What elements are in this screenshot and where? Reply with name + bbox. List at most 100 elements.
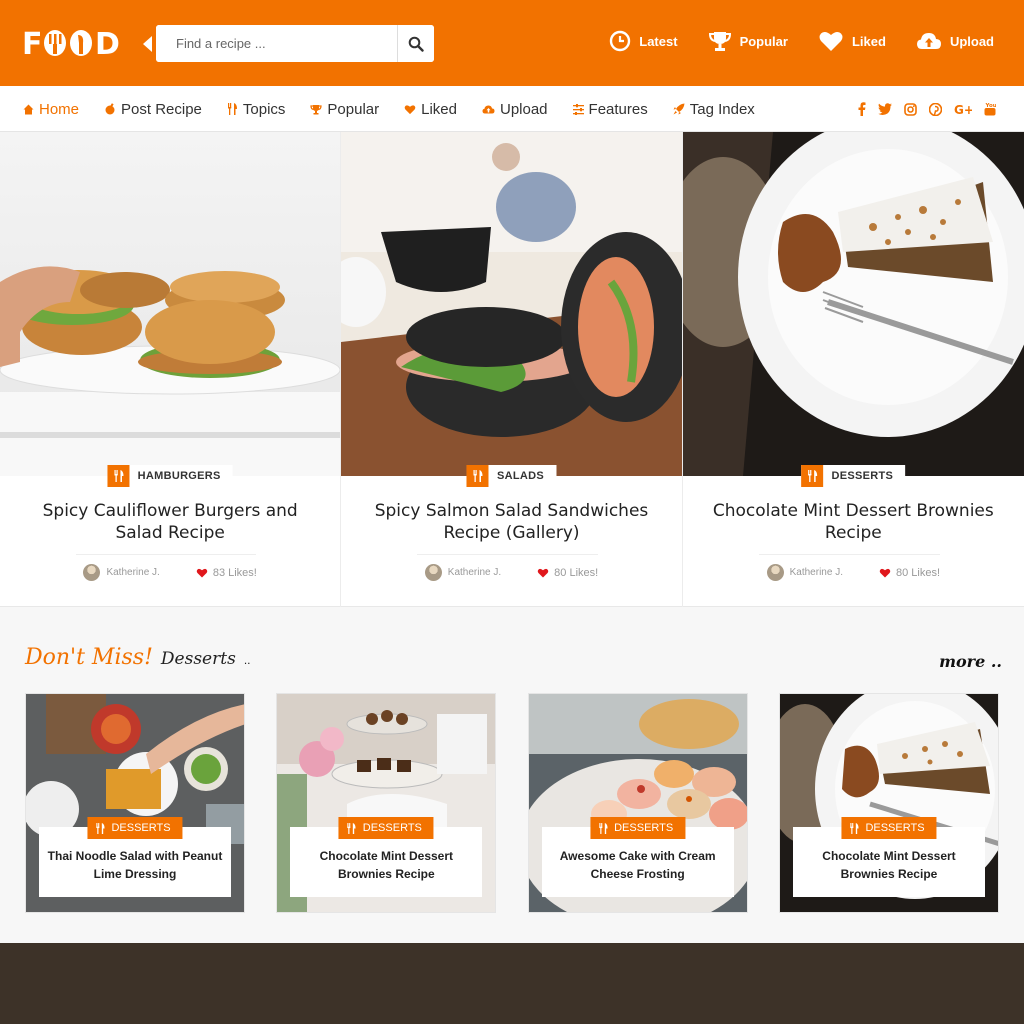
search-bar [143,25,434,62]
cutlery-icon [850,822,859,834]
rocket-icon [673,103,685,115]
facebook-icon[interactable] [858,102,866,116]
likes-count: 80 Likes! [895,566,941,579]
nav-item-label: Upload [499,100,548,118]
likes[interactable]: 80 Likes! [879,567,940,579]
youtube-icon[interactable]: You [984,102,996,116]
search-input[interactable] [156,25,397,62]
category-badge[interactable]: SALADS [466,465,556,487]
search-button[interactable] [397,25,434,62]
main-nav: Home Post Recipe Topics Popular Liked Up… [0,86,1024,132]
top-link-label: Popular [739,33,788,49]
category-badge[interactable]: DESSERTS [841,817,937,839]
search-pointer [143,35,152,52]
divider [76,554,257,555]
pot-icon [105,103,115,115]
category-badge[interactable]: HAMBURGERS [107,465,233,487]
recipe-image[interactable] [0,132,341,476]
top-link-latest[interactable]: Latest [609,30,678,52]
author-name: Katherine J. [106,567,160,578]
recipe-image[interactable] [341,132,682,476]
top-link-label: Liked [851,33,886,49]
heart-icon [819,32,843,51]
section-category[interactable]: Desserts [161,649,236,669]
heart-icon [537,568,549,578]
svg-text:You: You [985,103,997,109]
card-title[interactable]: Chocolate Mint Dessert Brownies Recipe [296,847,476,883]
recipe-image[interactable] [682,132,1024,476]
recipe-card[interactable]: DESSERTS Thai Noodle Salad with Peanut L… [25,693,245,913]
featured-card[interactable]: SALADS Spicy Salmon Salad Sandwiches Rec… [341,132,683,607]
author[interactable]: Katherine J. [766,564,843,581]
nav-item-label: Topics [242,100,286,118]
top-link-label: Upload [949,33,994,49]
section-title: Don't Miss! Desserts .. [25,645,250,670]
nav-item-label: Features [588,100,648,118]
featured-card[interactable]: HAMBURGERS Spicy Cauliflower Burgers and… [0,132,342,607]
avatar [424,564,442,581]
more-link[interactable]: more .. [939,652,1002,671]
top-link-label: Latest [639,33,678,49]
recipe-title[interactable]: Spicy Cauliflower Burgers and Salad Reci… [20,500,320,544]
nav-item-label: Liked [421,100,457,118]
trophy-icon [708,32,731,51]
top-link-popular[interactable]: Popular [708,30,788,52]
nav-item-post-recipe[interactable]: Post Recipe [104,101,202,118]
pinterest-icon[interactable] [929,102,942,116]
likes[interactable]: 83 Likes! [196,567,257,579]
cutlery-icon [801,465,824,487]
twitter-icon[interactable] [878,103,892,115]
nav-item-label: Tag Index [689,100,755,118]
cutlery-icon [347,822,356,834]
category-badge[interactable]: DESSERTS [590,817,686,839]
top-link-liked[interactable]: Liked [818,30,886,52]
site-logo[interactable]: F D [22,26,126,60]
nav-item-label: Popular [327,100,380,118]
card-title[interactable]: Chocolate Mint Dessert Brownies Recipe [799,847,979,883]
nav-item-popular[interactable]: Popular [310,101,379,118]
nav-item-features[interactable]: Features [572,100,648,118]
cutlery-icon [96,822,105,834]
category-label: DESSERTS [831,470,894,482]
top-links: Latest Popular Liked Upload [609,30,994,52]
recipe-title[interactable]: Chocolate Mint Dessert Brownies Recipe [703,500,1004,544]
cloud-upload-icon [916,33,941,49]
home-icon [23,104,34,114]
category-badge[interactable]: DESSERTS [338,817,434,839]
featured-card[interactable]: DESSERTS Chocolate Mint Dessert Brownies… [682,132,1024,607]
nav-item-liked[interactable]: Liked [404,101,457,118]
cutlery-icon [599,822,608,834]
nav-item-label: Home [39,100,80,118]
author[interactable]: Katherine J. [83,564,160,581]
author[interactable]: Katherine J. [424,564,501,581]
category-label: HAMBURGERS [137,470,221,482]
nav-item-tag-index[interactable]: Tag Index [673,101,755,118]
category-badge[interactable]: DESSERTS [87,817,183,839]
card-title[interactable]: Thai Noodle Salad with Peanut Lime Dress… [45,847,225,883]
google-plus-icon[interactable]: G+ [954,103,972,115]
recipe-title[interactable]: Spicy Salmon Salad Sandwiches Recipe (Ga… [361,500,661,544]
heart-icon [404,104,416,114]
card-title[interactable]: Awesome Cake with Cream Cheese Frosting [548,847,728,883]
avatar [766,564,784,581]
recipe-meta: Katherine J. 80 Likes! [341,564,681,581]
category-badge[interactable]: DESSERTS [801,465,906,487]
featured-recipes: HAMBURGERS Spicy Cauliflower Burgers and… [0,132,1024,607]
divider [758,554,940,555]
nav-item-topics[interactable]: Topics [227,100,286,118]
top-header: F D Find a recipe ... Latest Popular Lik… [0,0,1024,86]
likes[interactable]: 80 Likes! [537,567,598,579]
nav-item-home[interactable]: Home [23,101,79,118]
recipe-card[interactable]: DESSERTS Awesome Cake with Cream Cheese … [527,693,748,913]
svg-text:F: F [22,27,44,60]
divider [417,554,598,555]
nav-item-upload[interactable]: Upload [482,101,548,118]
clock-icon [610,30,631,52]
recipe-card[interactable]: DESSERTS Chocolate Mint Dessert Brownies… [778,693,999,913]
top-link-upload[interactable]: Upload [916,30,994,52]
instagram-icon[interactable] [904,102,917,116]
recipe-card[interactable]: DESSERTS Chocolate Mint Dessert Brownies… [276,693,497,913]
author-name: Katherine J. [789,567,843,578]
category-label: DESSERTS [362,822,422,834]
avatar [83,564,101,581]
